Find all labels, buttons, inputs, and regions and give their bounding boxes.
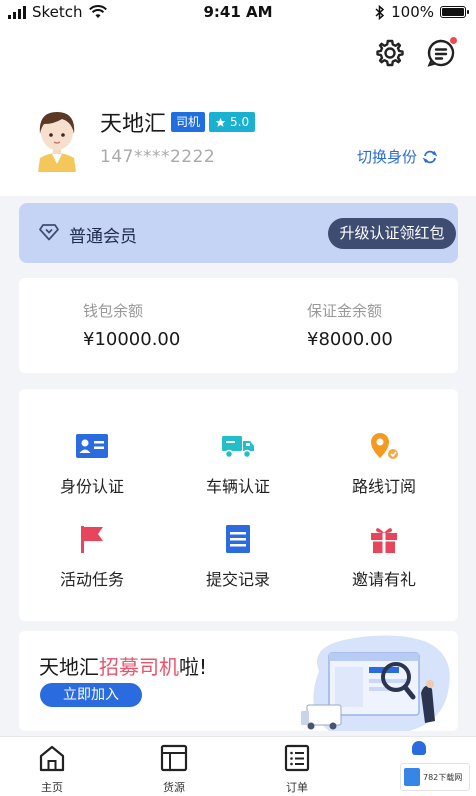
- wallet-balance-label: 钱包余额: [83, 302, 144, 320]
- gear-icon: [376, 39, 404, 67]
- star-icon: [215, 117, 226, 127]
- document-icon: [226, 525, 250, 553]
- rating-badge: 5.0: [209, 112, 256, 132]
- feature-invite-gift[interactable]: 邀请有礼: [311, 522, 457, 590]
- recruit-title-prefix: 天地汇: [39, 655, 99, 679]
- watermark-logo: [404, 768, 420, 786]
- join-now-button[interactable]: 立即加入: [40, 683, 142, 707]
- feature-label: 提交记录: [205, 570, 270, 589]
- recruit-title-suffix: 啦!: [179, 655, 208, 679]
- tab-home[interactable]: 主页: [17, 743, 87, 795]
- deposit-balance-label: 保证金余额: [307, 302, 383, 320]
- feature-label: 活动任务: [59, 570, 124, 589]
- recruit-title: 天地汇招募司机啦!: [39, 651, 207, 680]
- feature-label: 路线订阅: [351, 477, 416, 496]
- watermark: 782下载网: [400, 763, 470, 791]
- member-banner: 普通会员 升级认证领红包: [19, 203, 458, 263]
- user-name: 天地汇: [100, 112, 167, 137]
- battery-icon: [440, 6, 469, 18]
- home-icon: [39, 745, 65, 772]
- messages-button[interactable]: [424, 36, 458, 70]
- profile-tab-icon[interactable]: [412, 741, 426, 755]
- recruit-illustration: [301, 635, 450, 731]
- feature-route-subscribe[interactable]: 路线订阅: [311, 429, 457, 497]
- tab-orders[interactable]: 订单: [262, 743, 332, 795]
- wallet-balance[interactable]: 钱包余额 ¥10000.00: [83, 300, 180, 350]
- member-level: 普通会员: [69, 227, 137, 247]
- battery-percent: 100%: [391, 3, 434, 21]
- feature-label: 身份认证: [59, 477, 124, 496]
- truck-icon: [222, 436, 254, 459]
- switch-icon: [422, 150, 438, 163]
- tab-cargo[interactable]: 货源: [139, 743, 209, 795]
- gift-icon: [371, 528, 397, 553]
- feature-submission-records[interactable]: 提交记录: [165, 522, 311, 590]
- feature-label: 车辆认证: [205, 477, 270, 496]
- watermark-text: 782下载网: [423, 772, 463, 782]
- feature-identity-auth[interactable]: 身份认证: [19, 429, 165, 497]
- tab-home-label: 主页: [41, 781, 63, 794]
- role-tag: 司机: [171, 112, 206, 132]
- balance-card: 钱包余额 ¥10000.00 保证金余额 ¥8000.00: [19, 278, 458, 373]
- upgrade-button[interactable]: 升级认证领红包: [328, 218, 456, 249]
- avatar[interactable]: [30, 104, 84, 172]
- id-card-icon: [76, 434, 108, 458]
- status-bar: Sketch 9:41 AM 100%: [0, 0, 476, 26]
- orders-icon: [284, 744, 310, 772]
- deposit-balance[interactable]: 保证金余额 ¥8000.00: [307, 300, 393, 350]
- cargo-icon: [160, 744, 188, 772]
- switch-identity-button[interactable]: 切换身份: [357, 146, 438, 167]
- feature-activity-tasks[interactable]: 活动任务: [19, 522, 165, 590]
- tab-cargo-label: 货源: [163, 781, 185, 794]
- flag-icon: [81, 526, 103, 553]
- settings-button[interactable]: [373, 36, 407, 70]
- recruit-title-highlight: 招募司机: [99, 655, 179, 679]
- diamond-icon: [39, 224, 59, 241]
- deposit-balance-value: ¥8000.00: [307, 329, 393, 350]
- profile-header: 天地汇 司机 5.0 147****2222 切换身份: [0, 26, 476, 196]
- feature-label: 邀请有礼: [351, 570, 416, 589]
- wallet-balance-value: ¥10000.00: [83, 329, 181, 350]
- feature-vehicle-auth[interactable]: 车辆认证: [165, 429, 311, 497]
- recruit-banner[interactable]: 天地汇招募司机啦! 立即加入: [19, 631, 458, 731]
- switch-identity-label: 切换身份: [357, 148, 418, 166]
- phone-number: 147****2222: [100, 147, 216, 167]
- rating-value: 5.0: [230, 115, 250, 129]
- tab-orders-label: 订单: [286, 781, 308, 794]
- feature-grid: 身份认证 车辆认证 路线订阅 活动任务 提交记录 邀请有礼: [19, 389, 458, 621]
- notification-dot: [449, 36, 458, 45]
- route-icon: [371, 433, 398, 459]
- bluetooth-icon: [375, 4, 385, 20]
